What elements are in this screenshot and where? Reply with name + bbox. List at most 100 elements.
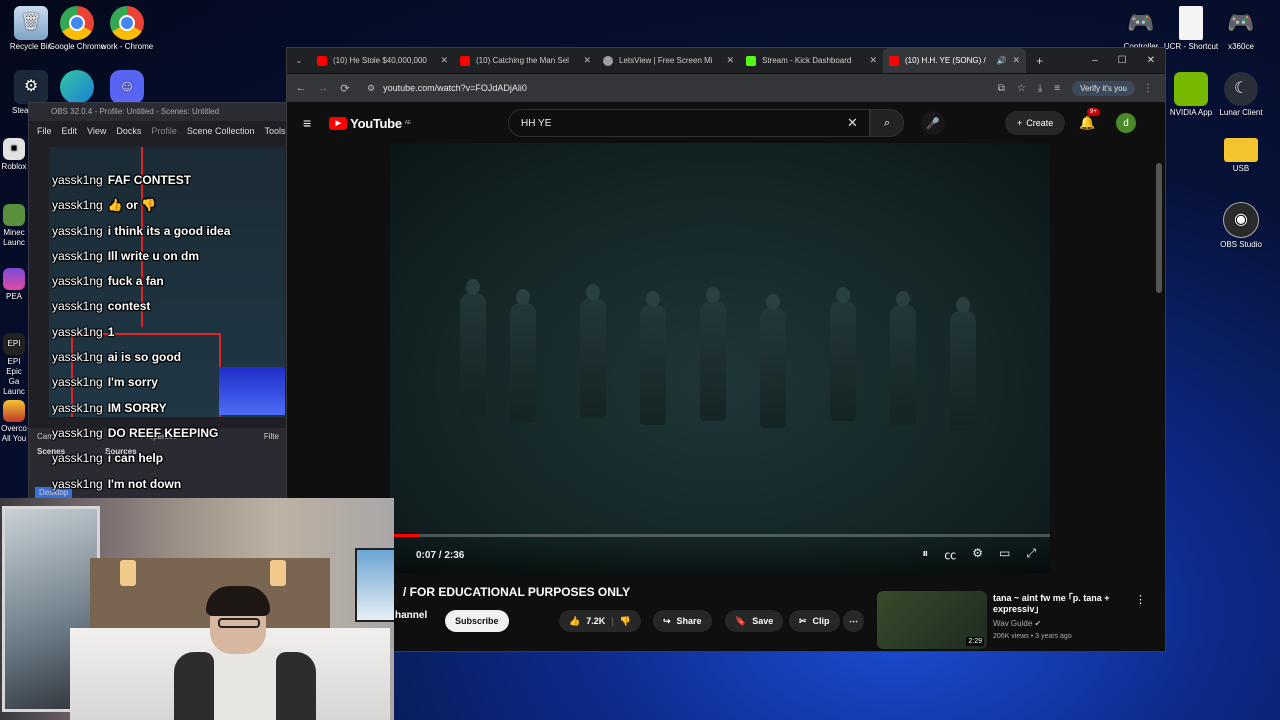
more-vertical-icon[interactable]: ⋮ — [1135, 593, 1146, 606]
thumbs-down-icon[interactable]: 👎 — [620, 616, 631, 627]
recommended-video[interactable]: 2:29 tana ~ aint fw me ｢p. tana + expres… — [877, 591, 1157, 649]
obs-menu-view[interactable]: View — [87, 126, 106, 136]
verified-icon: ✔ — [1034, 619, 1042, 628]
clip-button[interactable]: ✂ Clip — [789, 610, 840, 632]
save-button[interactable]: 🔖 Save — [725, 610, 784, 632]
toolbar: ← → ⟳ ⚙ youtube.com/watch?v=FOJdADjAli0 … — [287, 74, 1165, 102]
close-tab-icon[interactable]: ✕ — [440, 55, 448, 66]
desktop-icon-minecraft[interactable]: Minec Launc — [0, 204, 28, 248]
reload-icon[interactable]: ⟳ — [337, 82, 353, 95]
download-icon[interactable]: ⤓ — [1038, 83, 1042, 94]
browser-tab[interactable]: (10) He Stole $40,000,000 ✕ — [311, 48, 454, 73]
hamburger-menu-icon[interactable]: ≡ — [303, 115, 311, 131]
desktop-icon-discord[interactable]: ☺ — [96, 70, 158, 106]
chat-message: yassk1ng 1 — [52, 324, 115, 339]
install-app-icon[interactable]: ⧉ — [998, 83, 1005, 94]
speaker-icon[interactable]: 🔊 — [996, 56, 1006, 65]
desktop-icon-work-chrome[interactable]: work - Chrome — [96, 6, 158, 52]
avatar[interactable]: d — [1116, 113, 1136, 133]
close-tab-icon[interactable]: ✕ — [583, 55, 591, 66]
obs-menu-docks[interactable]: Docks — [116, 126, 141, 136]
chrome-icon — [110, 6, 144, 40]
back-icon[interactable]: ← — [293, 82, 309, 94]
obs-menu-profile[interactable]: Profile — [151, 126, 177, 136]
steam-icon: ⚙ — [14, 70, 48, 104]
search-input[interactable]: HH YE — [508, 109, 870, 137]
chat-message: yassk1ng 👍 or 👎 — [52, 198, 157, 213]
chat-message: yassk1ng DO REEF KEEPING — [52, 425, 219, 440]
browser-tab[interactable]: Stream - Kick Dashboard ✕ — [740, 48, 883, 73]
youtube-header: ≡ ▶ YouTube AE HH YE ✕ ⌕ 🎤 + Create 🔔 9+ … — [287, 103, 1165, 143]
chat-message: yassk1ng I'm sorry — [52, 375, 158, 390]
minecraft-icon — [3, 204, 25, 226]
create-button[interactable]: + Create — [1005, 111, 1066, 135]
bookmark-star-icon[interactable]: ☆ — [1017, 83, 1026, 94]
address-bar[interactable]: ⚙ youtube.com/watch?v=FOJdADjAli0 — [361, 78, 998, 98]
search-button[interactable]: ⌕ — [870, 109, 904, 137]
desktop-icon-lunar-client[interactable]: ☾ Lunar Client — [1210, 72, 1272, 118]
obs-menu-scene-collection[interactable]: Scene Collection — [187, 126, 255, 136]
settings-gear-icon[interactable]: ⚙ — [972, 546, 983, 563]
desktop-icon-obs-studio[interactable]: ◉ OBS Studio — [1210, 202, 1272, 250]
more-menu-icon[interactable]: ⋮ — [1143, 83, 1153, 94]
overcooked-icon — [3, 400, 25, 422]
maximize-icon[interactable]: ☐ — [1118, 55, 1127, 66]
more-actions-button[interactable]: ⋯ — [843, 610, 864, 632]
url-text[interactable]: youtube.com/watch?v=FOJdADjAli0 — [383, 83, 527, 93]
video-figure — [460, 279, 486, 413]
close-window-icon[interactable]: ✕ — [1147, 55, 1155, 66]
obs-menu-file[interactable]: File — [37, 126, 52, 136]
share-button[interactable]: ↪ Share — [653, 610, 712, 632]
verify-its-you-button[interactable]: Verify it's you — [1072, 80, 1135, 96]
voice-search-icon[interactable]: 🎤 — [921, 111, 945, 135]
new-tab-icon[interactable]: + — [1036, 54, 1043, 68]
captions-icon[interactable]: ㏄ — [944, 546, 956, 563]
folder-icon — [1224, 138, 1258, 162]
glasses — [218, 618, 260, 628]
like-button[interactable]: 👍 7.2K | 👎 — [559, 610, 641, 632]
video-frame — [390, 143, 1050, 573]
obs-menu-tools[interactable]: Tools — [264, 126, 285, 136]
video-player[interactable]: 0:07 / 2:36 ⏸ ㏄ ⚙ ▭ ⤢ — [390, 143, 1050, 573]
forward-icon[interactable]: → — [315, 82, 331, 94]
desktop-icon-usb[interactable]: USB — [1210, 138, 1272, 174]
video-thumbnail[interactable]: 2:29 — [877, 591, 987, 649]
clear-search-icon[interactable]: ✕ — [847, 115, 858, 131]
recommended-title[interactable]: tana ~ aint fw me ｢p. tana + expressiv｣ — [993, 593, 1143, 615]
desktop-icon-x360ce[interactable]: 🎮 x360ce — [1210, 6, 1272, 52]
divider: | — [611, 616, 614, 626]
scrollbar[interactable] — [1156, 103, 1162, 643]
video-figure — [760, 294, 786, 428]
fullscreen-icon[interactable]: ⤢ — [1026, 546, 1036, 563]
site-info-icon[interactable]: ⚙ — [367, 83, 375, 94]
time-display: 0:07 / 2:36 — [416, 550, 465, 561]
recommended-channel[interactable]: Wav Guide ✔ — [993, 619, 1041, 628]
close-tab-icon[interactable]: ✕ — [1012, 55, 1020, 66]
close-tab-icon[interactable]: ✕ — [726, 55, 734, 66]
subscribe-button[interactable]: Subscribe — [445, 610, 509, 632]
youtube-logo[interactable]: ▶ YouTube AE — [329, 116, 411, 131]
browser-window[interactable]: ⌄ (10) He Stole $40,000,000 ✕ (10) Catch… — [286, 47, 1166, 652]
desktop-icon-roblox[interactable]: ■ Roblox — [0, 138, 28, 172]
channel-name[interactable]: hannel — [395, 610, 427, 621]
autoplay-toggle-icon[interactable]: ⏸ — [922, 546, 928, 563]
scrollbar-thumb[interactable] — [1156, 163, 1162, 293]
tab-search-icon[interactable]: ⌄ — [287, 56, 311, 65]
chat-message: yassk1ng i think its a good idea — [52, 223, 231, 238]
desktop-icon-epic-games[interactable]: EPI EPI Epic Ga Launc — [0, 333, 28, 397]
theater-mode-icon[interactable]: ▭ — [999, 546, 1010, 563]
browser-tab-active[interactable]: (10) H.H. YE (SONG) / 🔊 ✕ — [883, 48, 1026, 73]
close-tab-icon[interactable]: ✕ — [869, 55, 877, 66]
media-controls-icon[interactable]: ≡ — [1054, 83, 1060, 94]
browser-tab[interactable]: LetsView | Free Screen Mi ✕ — [597, 48, 740, 73]
browser-tab[interactable]: (10) Catching the Man Sel ✕ — [454, 48, 597, 73]
progress-bar[interactable] — [390, 534, 1050, 537]
video-figure — [580, 284, 606, 418]
desktop-icon-overcooked[interactable]: Overco All You — [0, 400, 28, 444]
notifications-bell-icon[interactable]: 🔔 9+ — [1079, 108, 1100, 131]
obs-menu-edit[interactable]: Edit — [62, 126, 78, 136]
minimize-icon[interactable]: – — [1092, 55, 1098, 66]
obs-icon: ◉ — [1223, 202, 1259, 238]
webcam-overlay — [0, 498, 394, 720]
desktop-icon-pea[interactable]: PEA — [0, 268, 28, 302]
